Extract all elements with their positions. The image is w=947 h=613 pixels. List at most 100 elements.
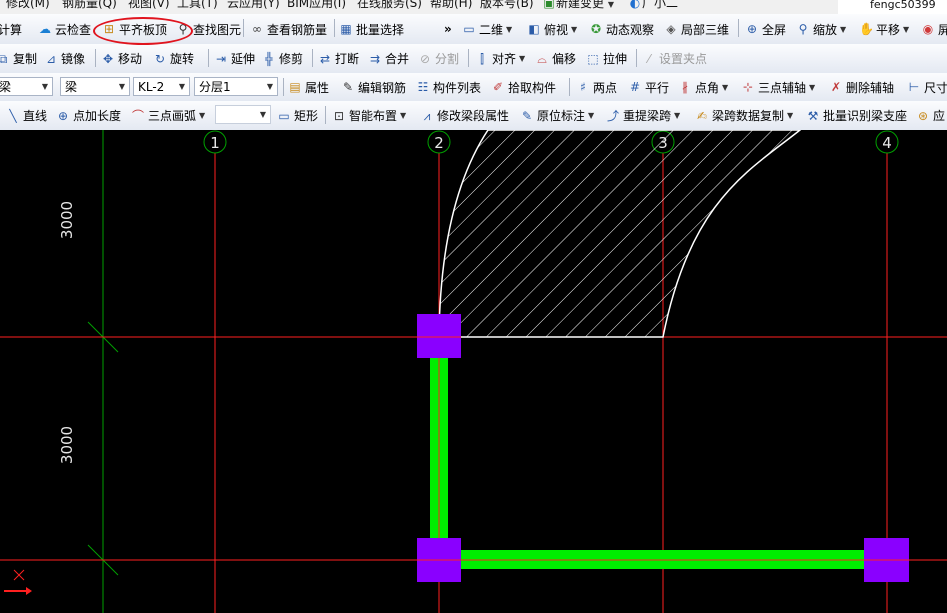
edit-rebar-button[interactable]: ✎ 编辑钢筋: [341, 73, 406, 101]
menu-modify[interactable]: 修改(M): [6, 0, 50, 10]
line-button[interactable]: ╲ 直线: [6, 101, 47, 130]
extend-icon: ⇥: [215, 51, 227, 66]
top-view-dropdown[interactable]: ◧ 俯视 ▼: [527, 14, 577, 44]
chevron-down-icon: ▼: [571, 24, 578, 34]
chevron-down-icon: ▼: [787, 111, 794, 120]
menu-new-change[interactable]: ▣新建变更 ▼: [542, 0, 614, 12]
smart-layout-dropdown[interactable]: ⊡ 智能布置 ▼: [332, 101, 406, 130]
menu-bim[interactable]: BIM应用(I): [287, 0, 346, 10]
drawing-canvas[interactable]: 3000 3000 1 2 3 4: [0, 130, 947, 613]
component-list-button[interactable]: ☷ 构件列表: [416, 73, 481, 101]
modify-beam-segment-button[interactable]: ⩘ 修改梁段属性: [420, 101, 509, 130]
separator: [636, 49, 637, 67]
parallel-axis-button[interactable]: # 平行: [628, 73, 669, 101]
view-rebar-quantity-button[interactable]: ∞ 查看钢筋量: [250, 14, 327, 44]
fullscreen-button[interactable]: ⊕ 全屏: [745, 14, 786, 44]
parallel-icon: #: [629, 80, 641, 94]
separator: [312, 49, 313, 67]
toolbar-overflow-button[interactable]: »: [444, 14, 452, 44]
zoom-dropdown[interactable]: ⚲ 缩放 ▼: [796, 14, 847, 44]
point-angle-icon: ∦: [682, 80, 688, 94]
menu-online-service[interactable]: 在线服务(S): [357, 0, 422, 10]
chevron-down-icon: ▼: [400, 111, 407, 120]
three-point-arc-dropdown[interactable]: ⌒ 三点画弧 ▼: [131, 101, 205, 130]
copy-button[interactable]: ⧉复制: [0, 44, 37, 73]
rotate-button[interactable]: ↻ 旋转: [153, 44, 194, 73]
menu-rebar-quantity[interactable]: 钢筋量(Q): [62, 0, 117, 10]
local-3d-button[interactable]: ◈ 局部三维: [664, 14, 729, 44]
chevron-down-icon: ▼: [607, 0, 614, 9]
assistant-icon: ◐: [629, 0, 641, 10]
chevron-down-icon: ▼: [903, 24, 910, 34]
separator: [334, 19, 335, 37]
pan-dropdown[interactable]: ✋ 平移 ▼: [859, 14, 909, 44]
dimension-label: 3000: [58, 201, 76, 239]
screen-button[interactable]: ◉屏: [921, 14, 947, 44]
two-point-axis-button[interactable]: ♯ 两点: [576, 73, 617, 101]
break-button[interactable]: ⇄ 打断: [318, 44, 359, 73]
smart-layout-icon: ⊡: [333, 108, 345, 123]
dynamic-orbit-button[interactable]: ✪ 动态观察: [589, 14, 654, 44]
brush-icon: ✍: [696, 108, 708, 123]
align-dropdown[interactable]: ⫿ 对齐 ▼: [475, 44, 525, 73]
category-select[interactable]: 梁 ▼: [60, 77, 130, 96]
menu-assistant[interactable]: ◐ 广小二: [628, 0, 678, 10]
properties-button[interactable]: ▤ 属性: [288, 73, 329, 101]
align-slab-top-button[interactable]: ⊞ 平齐板顶: [102, 14, 167, 44]
point-angle-dropdown[interactable]: ∦ 点角 ▼: [678, 73, 728, 101]
axis-label: 4: [882, 134, 892, 152]
chevron-down-icon: ▼: [506, 24, 513, 34]
menu-cloud[interactable]: 云应用(Y): [227, 0, 280, 10]
cloud-check-button[interactable]: ☁ 云检查: [38, 14, 91, 44]
rectangle-button[interactable]: ▭ 矩形: [277, 101, 318, 130]
move-button[interactable]: ✥ 移动: [101, 44, 142, 73]
menu-help[interactable]: 帮助(H): [430, 0, 472, 10]
span-data-copy-dropdown[interactable]: ✍ 梁跨数据复制 ▼: [695, 101, 793, 130]
menu-view[interactable]: 视图(V): [128, 0, 170, 10]
in-place-annotation-dropdown[interactable]: ✎ 原位标注 ▼: [520, 101, 594, 130]
trim-button[interactable]: ╬ 修剪: [262, 44, 303, 73]
offset-button[interactable]: ⌓ 偏移: [535, 44, 576, 73]
three-point-axis-dropdown[interactable]: ⊹ 三点辅轴 ▼: [741, 73, 815, 101]
pick-icon: ✐: [492, 80, 504, 94]
find-element-button[interactable]: ⚲ 查找图元: [176, 14, 241, 44]
stretch-button[interactable]: ⬚ 拉伸: [586, 44, 627, 73]
view-2d-dropdown[interactable]: ▭ 二维 ▼: [462, 14, 512, 44]
split-button[interactable]: ⊘ 分割: [418, 44, 459, 73]
edit-rebar-icon: ✎: [342, 80, 354, 94]
set-grip-button[interactable]: ⁄ 设置夹点: [642, 44, 707, 73]
re-extract-span-dropdown[interactable]: ⤴ 重提梁跨 ▼: [606, 101, 680, 130]
menu-version[interactable]: 版本号(B): [480, 0, 534, 10]
align-icon: ⫿: [480, 51, 484, 66]
break-icon: ⇄: [319, 51, 331, 66]
modify-beam-icon: ⩘: [423, 108, 431, 123]
chevron-down-icon: ▼: [722, 82, 729, 92]
arc-option-select[interactable]: ▼: [215, 105, 271, 124]
delete-axis-button[interactable]: ✗ 删除辅轴: [829, 73, 894, 101]
top-view-icon: ◧: [528, 22, 540, 36]
stretch-icon: ⬚: [587, 51, 599, 66]
chevron-down-icon: ▼: [588, 111, 595, 120]
extend-button[interactable]: ⇥ 延伸: [214, 44, 255, 73]
three-point-axis-icon: ⊹: [742, 80, 754, 94]
summary-calc-button[interactable]: 汇总计算: [0, 14, 22, 44]
layer-select[interactable]: 分层1 ▼: [194, 77, 278, 96]
point-length-button[interactable]: ⊕ 点加长度: [56, 101, 121, 130]
dimension-button[interactable]: ⊢ 尺寸: [907, 73, 947, 101]
batch-select-icon: ▦: [340, 22, 352, 36]
menu-tools[interactable]: 工具(T): [177, 0, 218, 10]
merge-button[interactable]: ⇉ 合并: [368, 44, 409, 73]
apply-button[interactable]: ⊛ 应: [916, 101, 945, 130]
element-type-select[interactable]: 梁 ▼: [0, 77, 53, 96]
mirror-button[interactable]: ⊿ 镜像: [44, 44, 85, 73]
double-chevron-right-icon: »: [444, 22, 452, 36]
user-account[interactable]: fengc50399: [838, 0, 947, 14]
pick-component-button[interactable]: ✐ 拾取构件: [491, 73, 556, 101]
component-select[interactable]: KL-2 ▼: [133, 77, 190, 96]
separator: [468, 49, 469, 67]
column[interactable]: [417, 314, 461, 358]
batch-identify-support-button[interactable]: ⚒ 批量识别梁支座: [806, 101, 907, 130]
annotation-icon: ✎: [521, 108, 533, 123]
separator: [95, 49, 96, 67]
batch-select-button[interactable]: ▦ 批量选择: [339, 14, 404, 44]
